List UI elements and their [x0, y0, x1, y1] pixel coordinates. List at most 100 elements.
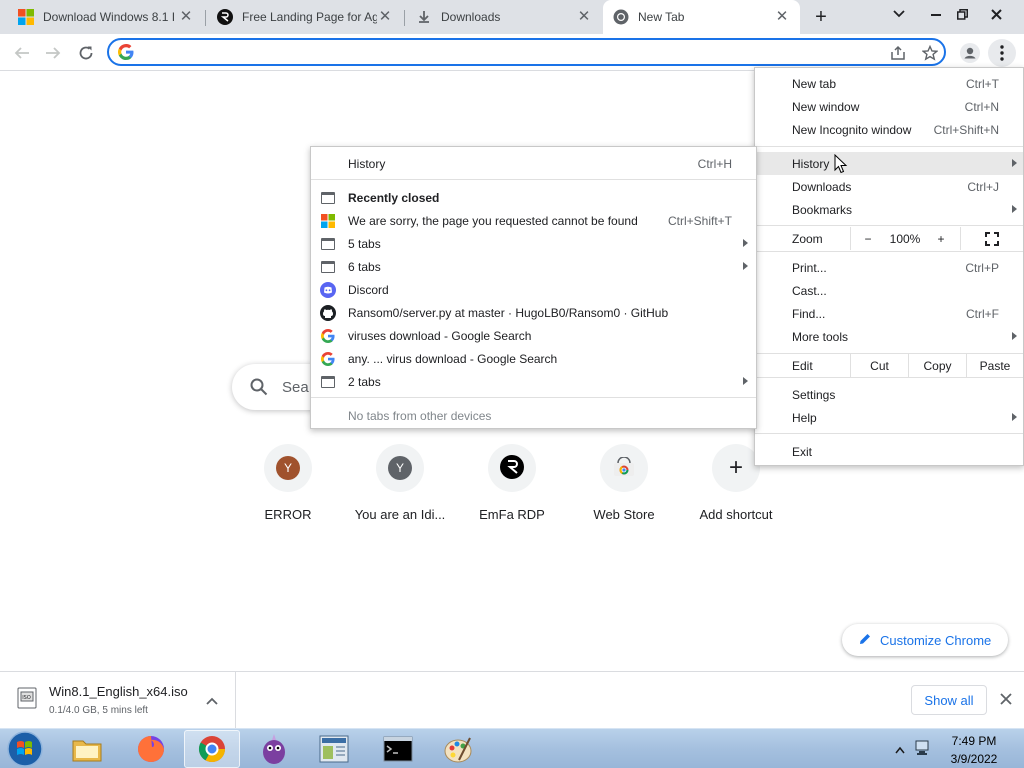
- google-icon: [320, 328, 336, 344]
- kebab-menu-icon[interactable]: [988, 39, 1016, 67]
- ntp-search-box[interactable]: Sea: [232, 364, 322, 410]
- shortcut-label: ERROR: [264, 507, 312, 522]
- tab-download-windows[interactable]: Download Windows 8.1 I ✕: [8, 0, 204, 34]
- show-hidden-icons-icon[interactable]: [895, 743, 905, 757]
- tab-search-chevron-icon[interactable]: [886, 0, 912, 28]
- history-item[interactable]: 6 tabs: [311, 255, 756, 278]
- fullscreen-icon[interactable]: [960, 227, 1023, 250]
- svg-text:ISO: ISO: [22, 695, 31, 701]
- google-icon: [320, 351, 336, 367]
- window-app-icon[interactable]: [306, 730, 362, 768]
- submenu-arrow-icon: [1012, 205, 1017, 213]
- chrome-taskbar-icon[interactable]: [184, 730, 240, 768]
- restore-icon[interactable]: [950, 0, 974, 28]
- tab-free-landing-page[interactable]: Free Landing Page for Ag ✕: [207, 0, 403, 34]
- close-tab-icon[interactable]: ✕: [178, 9, 194, 25]
- shortcut-favicon: [600, 444, 648, 492]
- submenu-arrow-icon: [1012, 413, 1017, 421]
- history-item[interactable]: Ransom0/server.py at master · HugoLB0/Ra…: [311, 301, 756, 324]
- tab-title: Downloads: [441, 10, 501, 24]
- history-item[interactable]: viruses download - Google Search: [311, 324, 756, 347]
- shortcut-favicon: Y: [376, 444, 424, 492]
- zoom-in-button[interactable]: +: [925, 227, 957, 250]
- reload-icon[interactable]: [72, 39, 100, 67]
- ntp-search-placeholder: Sea: [282, 379, 309, 396]
- history-item[interactable]: We are sorry, the page you requested can…: [311, 209, 756, 232]
- menu-item-find[interactable]: Find... Ctrl+F: [755, 302, 1023, 325]
- letter-avatar-icon: Y: [276, 456, 300, 480]
- menu-item-new-incognito-window[interactable]: New Incognito window Ctrl+Shift+N: [755, 118, 1023, 141]
- download-item[interactable]: ISO Win8.1_English_x64.iso 0.1/4.0 GB, 5…: [0, 672, 236, 728]
- history-menu-history[interactable]: History Ctrl+H: [311, 152, 756, 175]
- command-prompt-icon[interactable]: [370, 730, 426, 768]
- letter-avatar-icon: Y: [388, 456, 412, 480]
- zoom-out-button[interactable]: −: [850, 227, 885, 250]
- back-arrow-icon[interactable]: [8, 39, 36, 67]
- new-tab-button[interactable]: +: [808, 3, 834, 31]
- tab-title: New Tab: [638, 10, 685, 24]
- menu-item-history[interactable]: History: [755, 152, 1023, 175]
- show-all-button[interactable]: Show all: [911, 685, 987, 715]
- close-tab-icon[interactable]: ✕: [377, 9, 393, 25]
- firefox-icon[interactable]: [123, 730, 179, 768]
- menu-item-cast[interactable]: Cast...: [755, 279, 1023, 302]
- shortcut-web-store[interactable]: Web Store: [568, 444, 680, 534]
- history-item[interactable]: 5 tabs: [311, 232, 756, 255]
- menu-item-settings[interactable]: Settings: [755, 383, 1023, 406]
- cut-button[interactable]: Cut: [850, 354, 908, 377]
- menu-item-print[interactable]: Print... Ctrl+P: [755, 256, 1023, 279]
- network-icon[interactable]: [914, 739, 932, 760]
- close-shelf-icon[interactable]: [996, 689, 1016, 709]
- start-button[interactable]: [3, 730, 47, 768]
- history-item[interactable]: any. ... virus download - Google Search: [311, 347, 756, 370]
- menu-item-bookmarks[interactable]: Bookmarks: [755, 198, 1023, 221]
- menu-item-more-tools[interactable]: More tools: [755, 325, 1023, 348]
- emfa-logo-icon: [217, 9, 233, 25]
- copy-button[interactable]: Copy: [908, 354, 966, 377]
- discord-icon: [320, 282, 336, 298]
- shortcut-label: Web Store: [593, 507, 655, 522]
- submenu-arrow-icon: [1012, 332, 1017, 340]
- close-window-icon[interactable]: [982, 0, 1010, 28]
- minimize-icon[interactable]: [924, 0, 948, 28]
- chrome-icon: [613, 9, 629, 25]
- menu-separator: [755, 225, 1023, 226]
- tab-downloads[interactable]: Downloads ✕: [406, 0, 602, 34]
- history-item[interactable]: Discord: [311, 278, 756, 301]
- shortcut-error[interactable]: Y ERROR: [232, 444, 344, 534]
- file-explorer-icon[interactable]: [59, 730, 115, 768]
- download-status: 0.1/4.0 GB, 5 mins left: [49, 705, 148, 716]
- omnibox-input[interactable]: [143, 43, 843, 61]
- clock-time[interactable]: 7:49 PM: [951, 734, 997, 748]
- clock-date[interactable]: 3/9/2022: [949, 752, 999, 766]
- submenu-arrow-icon: [1012, 159, 1017, 167]
- menu-item-new-tab[interactable]: New tab Ctrl+T: [755, 72, 1023, 95]
- customize-chrome-button[interactable]: Customize Chrome: [842, 624, 1008, 656]
- menu-item-help[interactable]: Help: [755, 406, 1023, 429]
- download-shelf: ISO Win8.1_English_x64.iso 0.1/4.0 GB, 5…: [0, 671, 1024, 728]
- menu-item-exit[interactable]: Exit: [755, 440, 1023, 463]
- forward-arrow-icon[interactable]: [39, 39, 67, 67]
- close-tab-icon[interactable]: ✕: [576, 9, 592, 25]
- bonzi-icon[interactable]: [246, 730, 302, 768]
- chevron-up-icon[interactable]: [203, 692, 221, 708]
- menu-separator: [755, 251, 1023, 252]
- share-icon[interactable]: [884, 39, 912, 67]
- taskbar: 7:49 PM 3/9/2022: [0, 728, 1024, 768]
- menu-separator: [311, 179, 756, 180]
- profile-avatar-icon[interactable]: [956, 39, 984, 67]
- menu-item-downloads[interactable]: Downloads Ctrl+J: [755, 175, 1023, 198]
- shortcut-emfa-rdp[interactable]: EmFa RDP: [456, 444, 568, 534]
- paste-button[interactable]: Paste: [966, 354, 1023, 377]
- google-icon: [118, 44, 134, 63]
- bookmark-star-icon[interactable]: [916, 39, 944, 67]
- history-item[interactable]: 2 tabs: [311, 370, 756, 393]
- paint-icon[interactable]: [430, 730, 486, 768]
- emfa-logo-icon: [500, 454, 524, 482]
- close-tab-icon[interactable]: ✕: [774, 9, 790, 25]
- address-bar[interactable]: [107, 38, 946, 66]
- pencil-icon: [858, 632, 872, 649]
- tab-new-tab[interactable]: New Tab ✕: [603, 0, 800, 34]
- menu-item-new-window[interactable]: New window Ctrl+N: [755, 95, 1023, 118]
- shortcut-you-are-an-idiot[interactable]: Y You are an Idi...: [344, 444, 456, 534]
